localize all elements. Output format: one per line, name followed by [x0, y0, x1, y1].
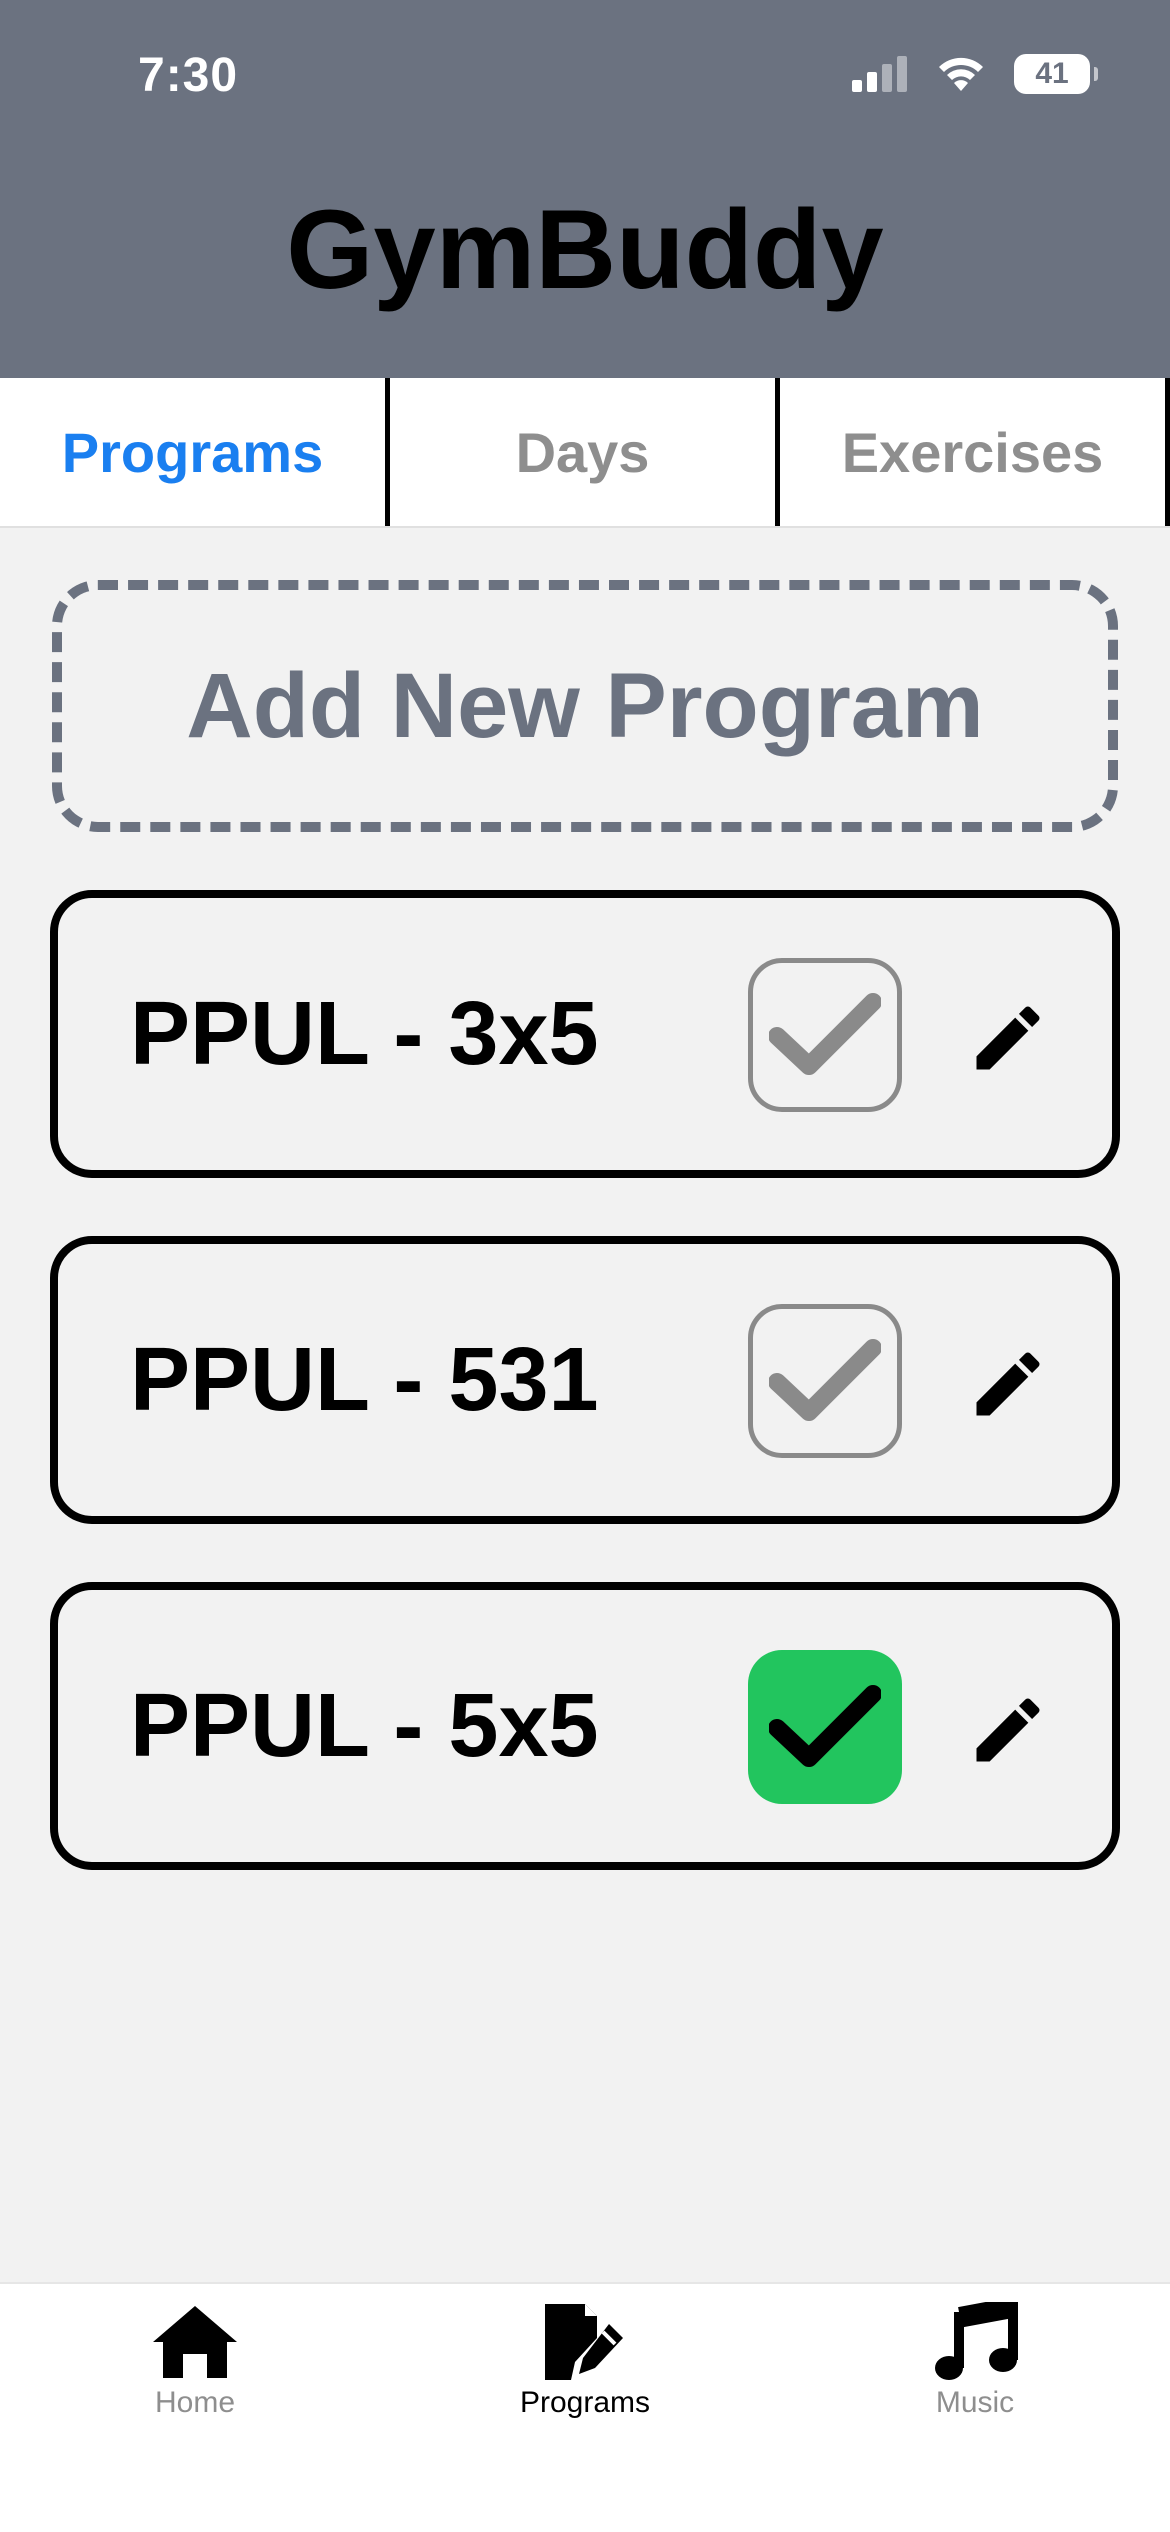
- battery-icon: 41: [1014, 54, 1098, 94]
- edit-program-button[interactable]: [958, 1680, 1058, 1780]
- music-note-icon: [935, 2302, 1018, 2380]
- bottom-tab-bar: Home Programs Music: [0, 2282, 1170, 2532]
- nav-label: Music: [935, 2386, 1015, 2419]
- nav-item-programs[interactable]: Programs: [390, 2284, 780, 2532]
- status-time: 7:30: [138, 49, 239, 102]
- edit-program-button[interactable]: [958, 988, 1058, 1088]
- nav-item-music[interactable]: Music: [780, 2284, 1170, 2532]
- activate-program-checkbox[interactable]: [748, 958, 902, 1112]
- pencil-icon: [976, 1698, 1040, 1762]
- nav-label: Programs: [519, 2386, 651, 2419]
- segmented-tabs: Programs Days Exercises: [0, 378, 1170, 528]
- checkmark-icon: [769, 1339, 881, 1421]
- checkmark-icon: [769, 993, 881, 1075]
- pencil-icon: [976, 1352, 1040, 1416]
- edit-document-icon: [545, 2304, 623, 2380]
- edit-program-button[interactable]: [958, 1334, 1058, 1434]
- tab-exercises[interactable]: Exercises: [780, 378, 1170, 526]
- activate-program-checkbox[interactable]: [748, 1650, 902, 1804]
- program-card: PPUL - 3x5: [50, 890, 1120, 1178]
- pencil-icon: [976, 1006, 1040, 1070]
- app-header: 7:30 41 GymBuddy: [0, 0, 1170, 378]
- status-icons: 41: [852, 54, 1098, 94]
- nav-label: Home: [154, 2386, 236, 2419]
- battery-level: 41: [1035, 57, 1069, 90]
- add-new-program-button[interactable]: Add New Program: [52, 580, 1118, 832]
- activate-program-checkbox[interactable]: [748, 1304, 902, 1458]
- wifi-icon: [939, 57, 983, 91]
- tab-programs[interactable]: Programs: [0, 378, 390, 526]
- program-name: PPUL - 5x5: [130, 1675, 599, 1776]
- program-name: PPUL - 531: [130, 1329, 599, 1430]
- home-icon: [153, 2306, 237, 2378]
- program-card: PPUL - 531: [50, 1236, 1120, 1524]
- tab-days[interactable]: Days: [390, 378, 780, 526]
- nav-item-home[interactable]: Home: [0, 2284, 390, 2532]
- program-card: PPUL - 5x5: [50, 1582, 1120, 1870]
- checkmark-icon: [769, 1685, 881, 1767]
- program-name: PPUL - 3x5: [130, 983, 599, 1084]
- cellular-signal-icon: [852, 56, 907, 92]
- app-title: GymBuddy: [286, 187, 884, 312]
